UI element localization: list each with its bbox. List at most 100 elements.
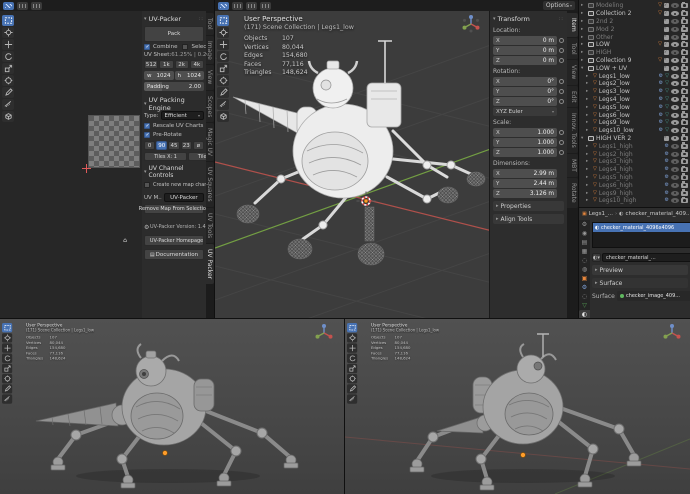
hide-eye-toggle[interactable] xyxy=(671,50,679,55)
expand-caret[interactable] xyxy=(581,50,586,55)
uv-packer-panel-header[interactable]: UV-Packer:: xyxy=(144,14,204,24)
add-cube-icon[interactable] xyxy=(217,111,229,122)
outliner-row[interactable]: LOW + UV xyxy=(579,64,690,72)
tiles-x-field[interactable]: Tiles X: 1 xyxy=(144,152,187,161)
outliner-row[interactable]: ▽Legs10_low⚙▽ xyxy=(579,127,690,135)
rotate-icon[interactable] xyxy=(347,354,357,363)
expand-caret[interactable] xyxy=(586,97,591,102)
channel-section-header[interactable]: UV Channel Controls xyxy=(144,167,204,177)
surface-section-header[interactable]: Surface xyxy=(592,278,688,288)
height-field[interactable]: h1024 xyxy=(175,71,205,80)
move-icon[interactable] xyxy=(347,343,357,352)
checker-texture-preview[interactable] xyxy=(88,115,140,168)
render-camera-toggle[interactable] xyxy=(681,105,688,110)
rotation-free-button[interactable]: ø xyxy=(193,141,204,150)
expand-caret[interactable] xyxy=(586,89,591,94)
outliner-row[interactable]: ▽Legs4_low⚙▽ xyxy=(579,96,690,104)
outliner-row[interactable]: Collection 9▽ xyxy=(579,57,690,65)
rotation-x-field[interactable]: X0° xyxy=(493,77,557,86)
exclude-checkbox[interactable] xyxy=(664,3,669,8)
hide-eye-toggle[interactable] xyxy=(671,144,679,149)
annotate-icon[interactable] xyxy=(217,87,229,98)
outliner-row[interactable]: ▽Legs5_low⚙▽ xyxy=(579,103,690,111)
hide-eye-toggle[interactable] xyxy=(671,66,679,71)
measure-icon[interactable] xyxy=(217,99,229,110)
render-camera-toggle[interactable] xyxy=(681,27,688,32)
scale-icon[interactable] xyxy=(217,63,229,74)
properties-fold[interactable]: Properties xyxy=(493,201,564,211)
render-tab-icon[interactable]: ◉ xyxy=(579,229,590,238)
exclude-checkbox[interactable] xyxy=(664,19,669,24)
rotate-icon[interactable] xyxy=(2,354,12,363)
expand-caret[interactable] xyxy=(586,74,591,79)
location-y-field[interactable]: Y0 m xyxy=(493,46,557,55)
surface-value-dropdown[interactable]: checker_image_409... xyxy=(617,291,690,301)
tab-rotate[interactable]: Rotate xyxy=(567,178,578,208)
scale-icon[interactable] xyxy=(2,63,14,74)
render-camera-toggle[interactable] xyxy=(681,198,688,203)
outliner-row[interactable]: ▽Legs6_high⚙ xyxy=(579,181,690,189)
render-camera-toggle[interactable] xyxy=(681,113,688,118)
render-camera-toggle[interactable] xyxy=(681,183,688,188)
hide-eye-toggle[interactable] xyxy=(671,89,679,94)
expand-caret[interactable] xyxy=(581,42,586,47)
tab-item[interactable]: Item xyxy=(567,13,578,37)
physics-tab-icon[interactable]: ◌ xyxy=(579,292,590,301)
animate-dot-icon[interactable] xyxy=(559,38,564,43)
render-camera-toggle[interactable] xyxy=(681,136,688,141)
outliner-row[interactable]: Mod 2 xyxy=(579,25,690,33)
expand-caret[interactable] xyxy=(586,198,591,203)
world-tab-icon[interactable]: ◍ xyxy=(579,265,590,274)
hide-eye-toggle[interactable] xyxy=(671,128,679,133)
render-camera-toggle[interactable] xyxy=(681,128,688,133)
box-select-icon[interactable] xyxy=(217,15,229,26)
expand-caret[interactable] xyxy=(586,113,591,118)
hide-eye-toggle[interactable] xyxy=(671,191,679,196)
new-image-icon[interactable] xyxy=(17,2,28,10)
object-tab-icon[interactable]: ▣ xyxy=(579,274,590,283)
outliner-row[interactable]: ▽Legs3_low⚙▽ xyxy=(579,88,690,96)
viewport-proportional-icon[interactable] xyxy=(260,2,271,10)
preview-fold[interactable]: Preview xyxy=(592,265,688,275)
material-name-field[interactable]: checker_material_... xyxy=(602,253,690,262)
scale-z-field[interactable]: Z1.000 xyxy=(493,148,557,157)
tab-mbt[interactable]: MBT xyxy=(567,154,578,177)
create-map-checkbox[interactable] xyxy=(144,182,150,188)
rotation-z-field[interactable]: Z0° xyxy=(493,97,557,106)
box-select-icon[interactable] xyxy=(347,323,357,332)
dim-y-field[interactable]: Y2.44 m xyxy=(493,179,557,188)
rotation-45-button[interactable]: 45 xyxy=(168,141,179,150)
exclude-checkbox[interactable] xyxy=(664,11,669,16)
homepage-button[interactable]: ⌂UV-Packer Homepage xyxy=(144,235,204,246)
exclude-checkbox[interactable] xyxy=(664,50,669,55)
prerotate-checkbox[interactable] xyxy=(144,132,150,138)
expand-caret[interactable] xyxy=(581,19,586,24)
material-tab-icon[interactable]: ◐ xyxy=(579,310,590,318)
outliner-row[interactable]: HIGH xyxy=(579,49,690,57)
scene-tab-icon[interactable]: ◌ xyxy=(579,256,590,265)
measure-icon[interactable] xyxy=(347,394,357,403)
tab-uv-packer[interactable]: UV Packer xyxy=(206,244,214,284)
rotation-y-field[interactable]: Y0° xyxy=(493,87,557,96)
open-image-icon[interactable] xyxy=(31,2,42,10)
transform-panel-header[interactable]: Transform:: xyxy=(493,14,564,24)
uv-map-name-field[interactable]: UV-Packer xyxy=(164,193,204,202)
outliner-row[interactable]: Other xyxy=(579,33,690,41)
location-x-field[interactable]: X0 m xyxy=(493,36,557,45)
remove-map-button[interactable]: Remove Map From Selection xyxy=(144,204,204,214)
hide-eye-toggle[interactable] xyxy=(671,74,679,79)
expand-caret[interactable] xyxy=(586,128,591,133)
render-camera-toggle[interactable] xyxy=(681,167,688,172)
animate-dot-icon[interactable] xyxy=(559,99,564,104)
outliner-row[interactable]: ▽Legs6_low⚙▽ xyxy=(579,111,690,119)
outliner-row[interactable]: 2nd 2 xyxy=(579,18,690,26)
rotation-mode-dropdown[interactable]: XYZ Euler▾ xyxy=(493,107,557,116)
cursor-icon[interactable] xyxy=(347,333,357,342)
tab-edit[interactable]: Edit xyxy=(567,86,578,108)
hide-eye-toggle[interactable] xyxy=(671,183,679,188)
expand-caret[interactable] xyxy=(586,120,591,125)
animate-dot-icon[interactable] xyxy=(559,150,564,155)
breadcrumb-object[interactable]: Legs1_... xyxy=(589,211,613,217)
outliner-row[interactable]: ▽Legs1_low⚙▽ xyxy=(579,72,690,80)
viewport-mode-icon[interactable] xyxy=(232,2,243,10)
